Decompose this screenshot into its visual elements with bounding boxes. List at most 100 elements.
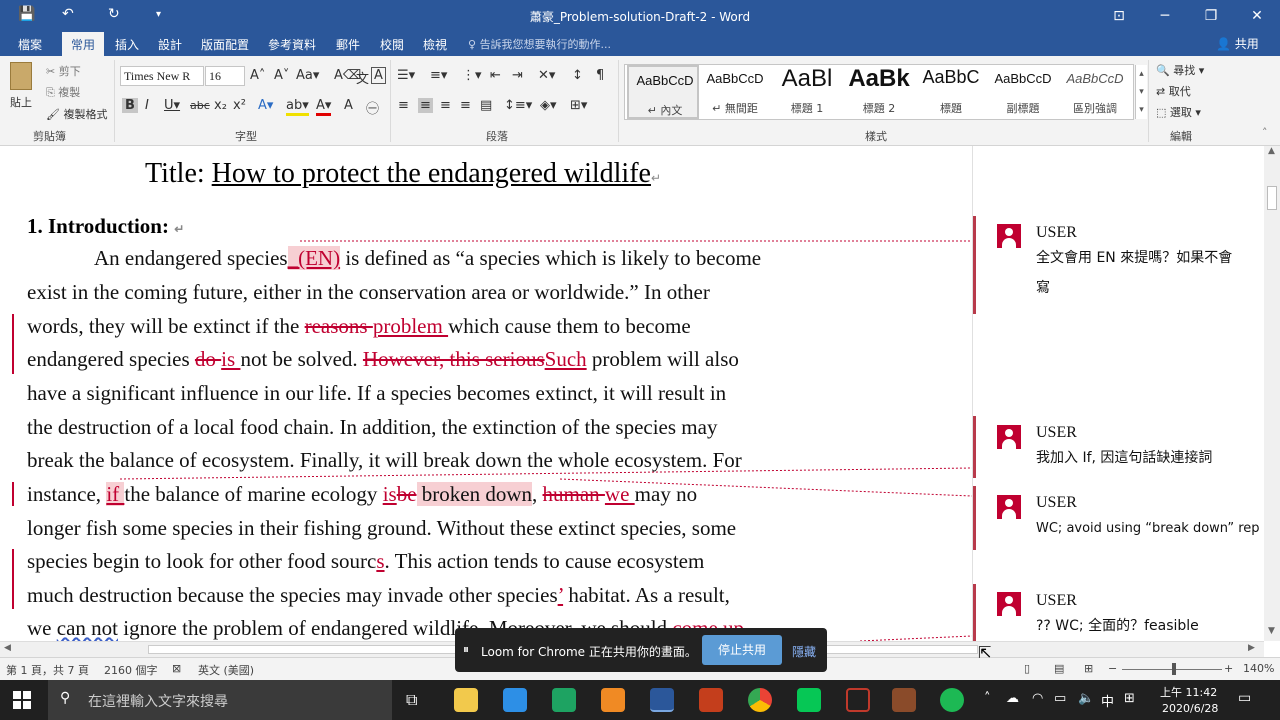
text-effects-icon[interactable]: A▾ [258, 98, 273, 113]
superscript-icon[interactable]: x² [233, 98, 246, 113]
zoom-level[interactable]: 140% [1243, 662, 1274, 675]
language[interactable]: 英文 (美國) [198, 662, 254, 678]
tab-home[interactable]: 常用 [62, 32, 105, 56]
distributed-icon[interactable]: ▤ [480, 98, 492, 113]
windows-start-icon[interactable] [13, 691, 31, 709]
scroll-up-icon[interactable]: ▲ [1268, 146, 1275, 156]
borders-icon[interactable]: ⊞▾ [570, 98, 587, 113]
show-hidden-icons-icon[interactable]: ˄ [984, 691, 991, 706]
align-center-icon[interactable]: ≡ [418, 98, 433, 113]
collapse-ribbon-icon[interactable]: ˄ [1262, 126, 1268, 139]
subscript-icon[interactable]: x₂ [214, 98, 227, 113]
powerpoint-icon[interactable] [699, 688, 723, 712]
word-icon[interactable] [650, 688, 674, 712]
stop-sharing-button[interactable]: 停止共用 [702, 635, 782, 665]
comment-text[interactable]: WC; avoid using “break down” rep [1036, 514, 1260, 544]
file-explorer-icon[interactable] [454, 688, 478, 712]
change-case-icon[interactable]: Aa▾ [296, 68, 319, 83]
tab-insert[interactable]: 插入 [115, 36, 139, 53]
tab-review[interactable]: 校閱 [380, 36, 404, 53]
audio-app-icon[interactable] [892, 688, 916, 712]
numbering-icon[interactable]: ≡▾ [430, 68, 447, 83]
wifi-icon[interactable]: ◠ [1032, 691, 1043, 706]
vertical-scrollbar[interactable]: ▲ ▼ [1264, 146, 1280, 641]
style-heading-2[interactable]: AaBk 標題 2 [843, 65, 915, 119]
styles-more-button[interactable]: ▴ ▾ ▾ [1135, 65, 1147, 119]
bullets-icon[interactable]: ☰▾ [397, 68, 415, 83]
hide-button[interactable]: 隱藏 [792, 643, 816, 660]
align-left-icon[interactable]: ≡ [398, 98, 409, 113]
sort-icon[interactable]: ↕ [572, 68, 583, 83]
zoom-in-icon[interactable]: + [1224, 662, 1233, 675]
tab-layout[interactable]: 版面配置 [201, 36, 249, 53]
format-painter-button[interactable]: 🖌 複製格式 [46, 106, 107, 122]
bold-icon[interactable]: B [122, 98, 138, 113]
line-icon[interactable] [797, 688, 821, 712]
scroll-right-icon[interactable]: ▶ [1248, 643, 1255, 653]
tab-file[interactable]: 檔案 [18, 36, 42, 53]
battery-icon[interactable]: ▭ [1054, 691, 1066, 706]
strikethrough-icon[interactable]: abc [190, 99, 210, 112]
style-subtitle[interactable]: AaBbCcD 副標題 [987, 65, 1059, 119]
volume-icon[interactable]: 🔈 [1078, 691, 1094, 706]
find-button[interactable]: 🔍 尋找 ▾ [1156, 62, 1204, 78]
document-page[interactable]: Title: How to protect the endangered wil… [0, 146, 972, 641]
notification-icon[interactable]: ▭ [1238, 690, 1251, 706]
grow-font-icon[interactable]: A˄ [250, 68, 265, 83]
share-button[interactable]: 👤 共用 [1216, 35, 1259, 52]
style-normal[interactable]: AaBbCcD ↵ 內文 [627, 65, 699, 119]
copy-button[interactable]: ⎘ 複製 [46, 84, 80, 100]
zoom-slider-thumb[interactable] [1172, 663, 1176, 675]
page-count[interactable]: 第 1 頁，共 7 頁 [6, 662, 89, 678]
justify-icon[interactable]: ≡ [460, 98, 471, 113]
highlight-icon[interactable]: ab▾ [286, 98, 309, 116]
task-view-icon[interactable]: ⧉ [406, 690, 417, 710]
paste-button[interactable]: 貼上 [10, 94, 32, 110]
font-size-box[interactable]: 16 [205, 66, 245, 86]
sheets-icon[interactable] [552, 688, 576, 712]
replace-button[interactable]: ⇄ 取代 [1156, 83, 1191, 99]
line-spacing-icon[interactable]: ↕≡▾ [504, 98, 532, 113]
spotify-icon[interactable] [940, 688, 964, 712]
style-subtle-emphasis[interactable]: AaBbCcD 區別強調 [1059, 65, 1131, 119]
character-border-icon[interactable]: A [371, 67, 386, 84]
shrink-font-icon[interactable]: A˅ [274, 68, 289, 83]
tab-references[interactable]: 參考資料 [268, 36, 316, 53]
character-shading-icon[interactable]: A [344, 98, 353, 113]
whiteboard-icon[interactable] [503, 688, 527, 712]
taskbar-search-box[interactable]: ⚲ 在這裡輸入文字來搜尋 [48, 680, 392, 720]
underline-icon[interactable]: U▾ [164, 98, 180, 113]
phonetic-guide-icon[interactable]: 文 [356, 68, 369, 87]
clock-date[interactable]: 2020/6/28 [1162, 702, 1218, 715]
web-layout-icon[interactable]: ⊞ [1084, 662, 1093, 675]
style-heading-1[interactable]: AaBl 標題 1 [771, 65, 843, 119]
tab-view[interactable]: 檢視 [423, 36, 447, 53]
spiderweb-app-icon[interactable] [846, 688, 870, 712]
comment-text[interactable]: 全文會用 EN 來提嗎？如果不會寫 [1036, 243, 1232, 303]
tab-design[interactable]: 設計 [158, 36, 182, 53]
chrome-icon[interactable] [748, 688, 772, 712]
decrease-indent-icon[interactable]: ⇤ [490, 68, 501, 83]
show-hide-icon[interactable]: ¶ [596, 68, 604, 83]
proofing-icon[interactable]: ⊠ [172, 662, 181, 675]
ime-indicator[interactable]: 中 [1101, 691, 1114, 710]
shading-icon[interactable]: ◈▾ [540, 98, 557, 113]
ribbon-display-options-icon[interactable]: ⊡ [1096, 0, 1142, 32]
tell-me-box[interactable]: ♀ 告訴我您想要執行的動作... [468, 36, 611, 52]
font-color-icon[interactable]: A▾ [316, 98, 332, 116]
slides-icon[interactable] [601, 688, 625, 712]
enclose-characters-icon[interactable]: ㊀ [366, 98, 379, 117]
increase-indent-icon[interactable]: ⇥ [512, 68, 523, 83]
tab-mailings[interactable]: 郵件 [336, 36, 360, 53]
paste-icon[interactable] [10, 62, 32, 90]
cut-button[interactable]: ✂ 剪下 [46, 63, 81, 79]
scroll-down-icon[interactable]: ▼ [1268, 626, 1275, 636]
asian-layout-icon[interactable]: ✕▾ [538, 68, 555, 83]
clock-time[interactable]: 上午 11:42 [1160, 684, 1217, 700]
word-count[interactable]: 2160 個字 [104, 662, 158, 678]
italic-icon[interactable]: I [145, 98, 149, 113]
style-title[interactable]: AaBbC 標題 [915, 65, 987, 119]
align-right-icon[interactable]: ≡ [440, 98, 451, 113]
minimize-button[interactable]: ─ [1142, 0, 1188, 32]
onedrive-icon[interactable]: ☁ [1006, 691, 1019, 706]
